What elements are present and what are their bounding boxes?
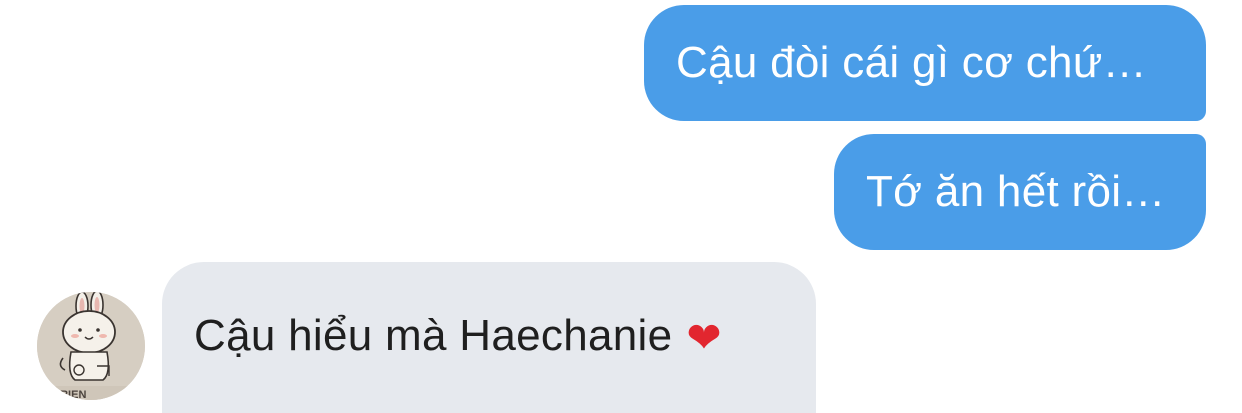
incoming-message-bubble[interactable]: Cậu hiểu mà Haechanie ❤ — [162, 262, 816, 413]
outgoing-message-bubble[interactable]: Tớ ăn hết rồi… — [834, 134, 1206, 250]
bunny-sticker-icon: E FRIEN — [37, 292, 145, 400]
outgoing-message-bubble[interactable]: Cậu đòi cái gì cơ chứ… — [644, 5, 1206, 121]
message-text: Cậu hiểu mà Haechanie — [194, 310, 673, 360]
avatar[interactable]: E FRIEN — [37, 292, 145, 400]
heart-emoji-icon: ❤ — [686, 313, 722, 361]
message-text: Cậu đòi cái gì cơ chứ… — [676, 38, 1147, 87]
avatar-caption: E FRIEN — [43, 389, 86, 400]
message-text: Tớ ăn hết rồi… — [866, 167, 1166, 216]
